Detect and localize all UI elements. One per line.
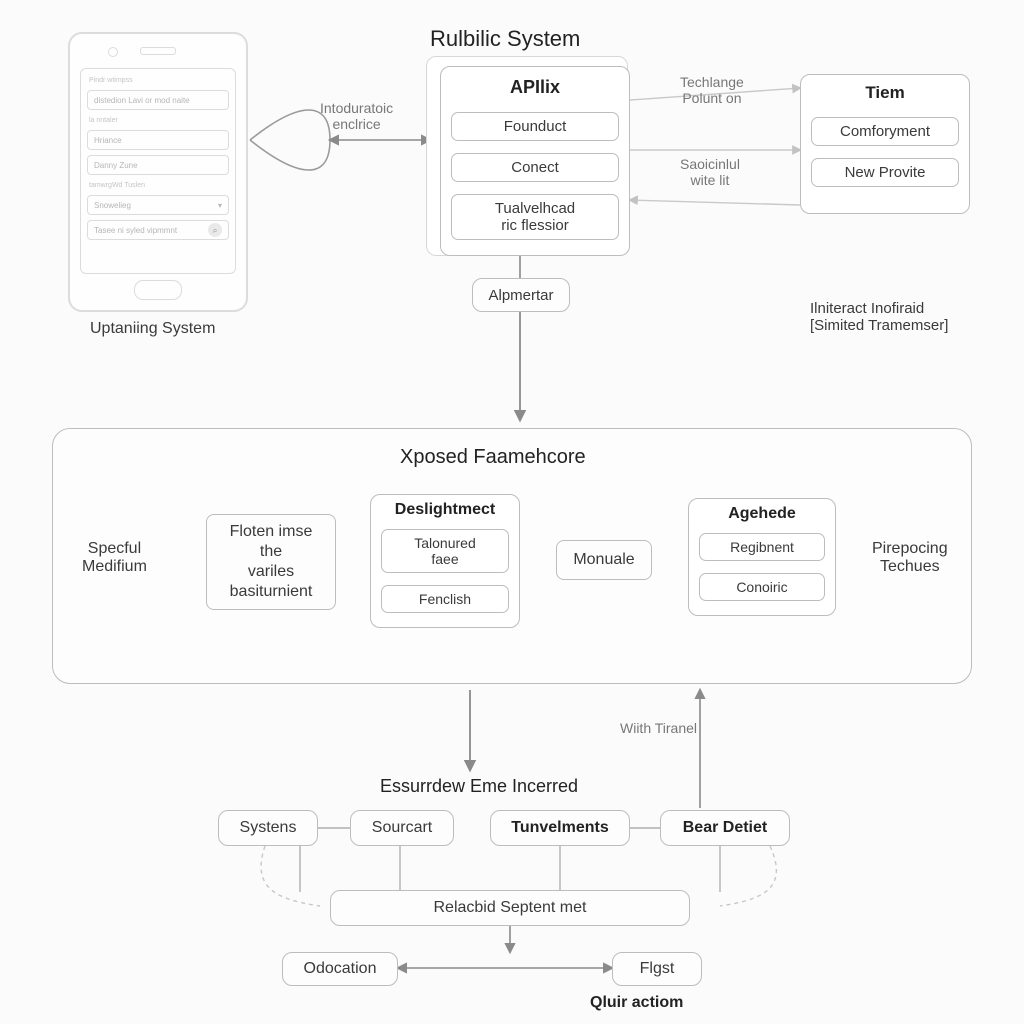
phone-field-select: Snowelieg▾ [87,195,229,215]
xposed-title: Xposed Faamehcore [400,446,586,469]
bottom-node: Flgst [612,952,702,986]
xposed-node-group: Agehede Regibnent Conoiric [688,498,836,616]
bottom-node: Bear Detiet [660,810,790,846]
xposed-node-item: Conoiric [699,573,825,601]
phone-mockup: Pindr wtimpss distedion Lavi or mod nait… [68,32,248,312]
xposed-node-title: Deslightmect [371,501,519,519]
phone-field: distedion Lavi or mod naite [87,90,229,110]
edge-label: Saoicinlul wite lit [680,156,740,188]
api-item: Founduct [451,112,619,141]
api-item: Conect [451,153,619,182]
api-item: Tualvelhcad ric flessior [451,194,619,240]
caret-icon: ▾ [218,201,222,210]
phone-field: Danny Zune [87,155,229,175]
phone-field-header: Pindr wtimpss [87,75,229,85]
bottom-footer: Qluir actiom [590,994,683,1012]
tiem-title: Tiem [801,83,969,103]
xposed-node-title: Agehede [689,505,835,523]
xposed-node-group: Deslightmect Talonured faee Fenclish [370,494,520,628]
edge-label: Techlange Polunt on [680,74,744,106]
xposed-node-item: Fenclish [381,585,509,613]
bottom-node: Systens [218,810,318,846]
xposed-node: Monuale [556,540,652,580]
connector-node: Alpmertar [472,278,570,312]
bottom-node: Sourcart [350,810,454,846]
tiem-card: Tiem Comforyment New Provite [800,74,970,214]
tiem-item: Comforyment [811,117,959,146]
xposed-node: Pirepocing Techues [872,540,948,576]
phone-field: Hriance [87,130,229,150]
diagram-title: Rulbilic System [430,26,580,52]
bottom-title: Essurrdew Eme Incerred [380,776,578,797]
search-icon: ⌕ [208,223,222,237]
tiem-caption: Ilniteract Inofiraid [Simited Tramemser] [810,300,948,334]
tiem-item: New Provite [811,158,959,187]
xposed-node: Specful Medifium [82,540,147,576]
xposed-node-item: Regibnent [699,533,825,561]
xposed-node-item: Talonured faee [381,529,509,573]
edge-label: Intoduratoic enclrice [320,100,393,132]
bottom-node: Odocation [282,952,398,986]
bottom-joiner: Relacbid Septent met [330,890,690,926]
phone-field-search: Tasee ni syled vipmmnt ⌕ [87,220,229,240]
phone-field-header: tamwrgWd Tuslen [87,180,229,190]
phone-field-header: la nntaler [87,115,229,125]
phone-caption: Uptaniing System [90,320,215,338]
edge-label: Wiith Tiranel [620,720,697,736]
xposed-node: Floten imse the variles basiturnient [206,514,336,610]
api-title: APIlix [441,77,629,98]
bottom-node: Tunvelments [490,810,630,846]
api-card: APIlix Founduct Conect Tualvelhcad ric f… [440,66,630,256]
